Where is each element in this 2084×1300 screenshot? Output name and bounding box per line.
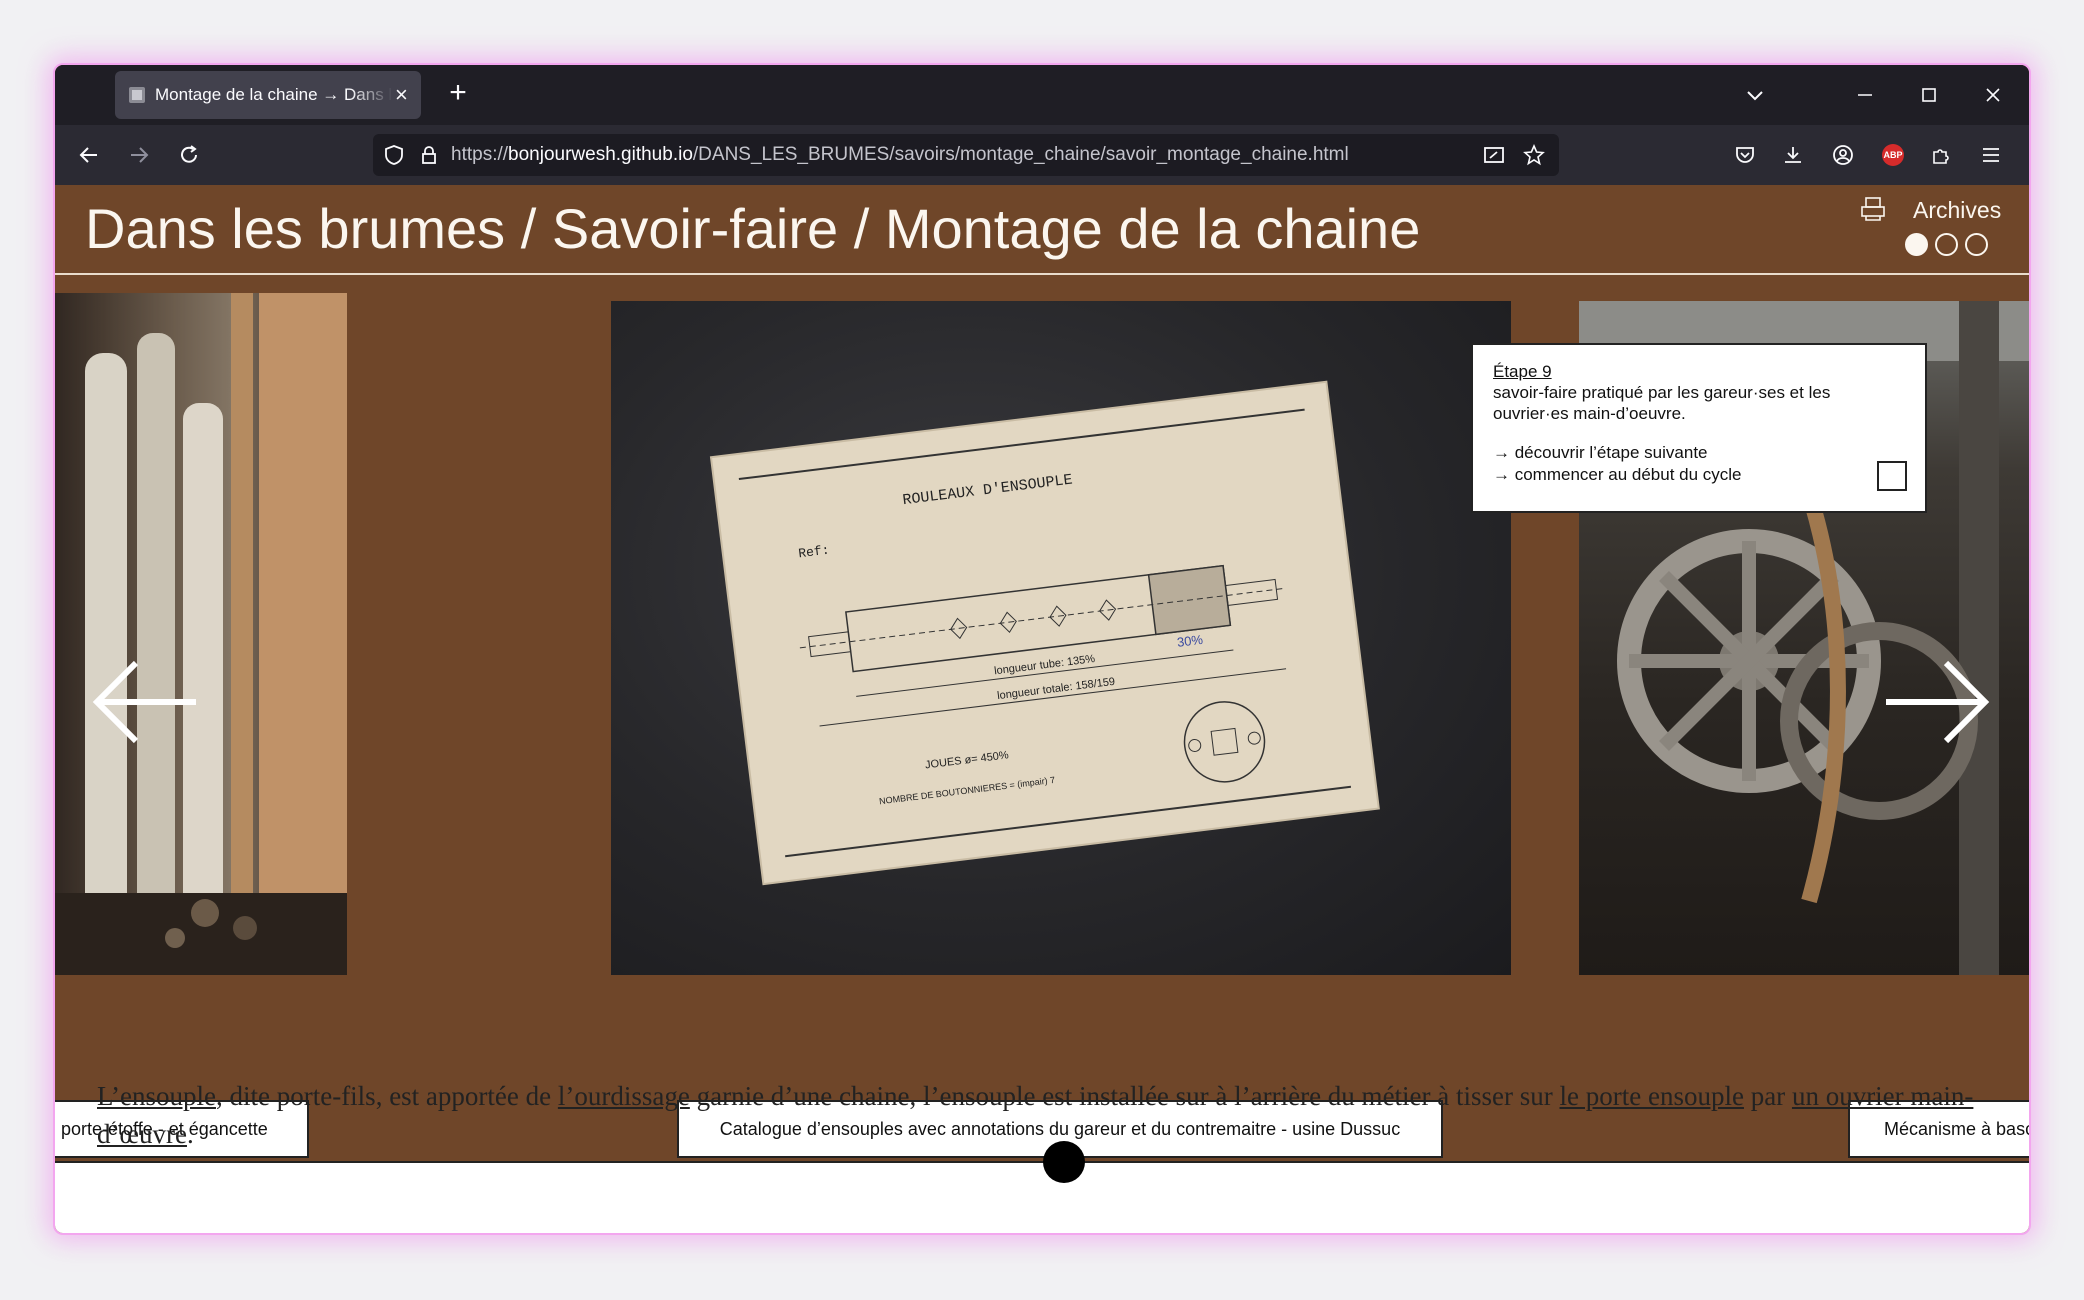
arrow-right-icon — [1886, 660, 1990, 744]
title-divider — [55, 273, 2029, 275]
adblock-button[interactable]: ABP — [1869, 125, 1917, 185]
description-panel — [55, 1161, 2029, 1233]
photo-porte-etoffe — [55, 293, 347, 975]
chevron-down-icon — [1747, 91, 1763, 101]
back-button[interactable] — [65, 125, 113, 185]
forward-button[interactable] — [115, 125, 163, 185]
nav-toolbar: https://bonjourwesh.github.io/DANS_LES_B… — [55, 125, 2029, 185]
close-window-button[interactable] — [1963, 65, 2023, 125]
section-dot-1[interactable] — [1905, 233, 1928, 256]
step-info-box: Étape 9 savoir-faire pratiqué par les ga… — [1471, 343, 1927, 513]
puzzle-icon — [1933, 149, 1949, 164]
previous-arrow-button[interactable] — [91, 655, 201, 765]
arrow-left-icon — [92, 660, 196, 744]
maximize-icon — [1922, 88, 1936, 102]
adblock-icon: ABP — [1882, 144, 1904, 166]
restart-cycle-link[interactable]: → commencer au début du cycle — [1493, 464, 1905, 486]
account-button[interactable] — [1819, 125, 1867, 185]
address-bar[interactable]: https://bonjourwesh.github.io/DANS_LES_B… — [373, 134, 1559, 176]
downloads-button[interactable] — [1769, 125, 1817, 185]
section-dot-3[interactable] — [1965, 233, 1988, 256]
arrow-right-icon — [131, 147, 149, 163]
extensions-button[interactable] — [1917, 125, 1965, 185]
step-checkbox[interactable] — [1877, 461, 1907, 491]
new-tab-button[interactable]: + — [438, 73, 478, 113]
account-icon — [1833, 145, 1853, 165]
photo-catalogue-ensouples: ROULEAUX D'ENSOUPLE Ref: longueur tube: … — [611, 301, 1511, 975]
lock-icon — [422, 146, 436, 164]
tab-strip: Montage de la chaine → Dans les brumes ×… — [55, 65, 2029, 125]
next-arrow-button[interactable] — [1881, 655, 1991, 765]
download-icon — [1785, 147, 1801, 163]
page-content: Dans les brumes / Savoir-faire / Montage… — [55, 185, 2029, 1233]
reload-icon — [181, 145, 197, 163]
minimize-icon — [1858, 94, 1872, 96]
link-ensouple[interactable]: L’ensouple — [97, 1081, 216, 1111]
archives-link[interactable]: Archives — [1913, 197, 2001, 224]
close-icon — [1986, 88, 2000, 102]
step-description: savoir-faire pratiqué par les gareur·ses… — [1493, 383, 1831, 423]
menu-button[interactable] — [1967, 125, 2015, 185]
printer-icon[interactable] — [1860, 197, 1886, 221]
section-dot-2[interactable] — [1935, 233, 1958, 256]
description-text: L’ensouple, dite porte-fils, est apporté… — [97, 1081, 1974, 1149]
pocket-icon — [1736, 147, 1754, 163]
browser-window: Montage de la chaine → Dans les brumes ×… — [55, 65, 2029, 1233]
link-ourdissage[interactable]: l’ourdissage — [558, 1081, 690, 1111]
url-text[interactable]: https://bonjourwesh.github.io/DANS_LES_B… — [451, 144, 1349, 166]
drawing-pct: 30% — [1176, 632, 1204, 650]
link-porte-ensouple[interactable]: le porte ensouple — [1560, 1081, 1744, 1111]
pocket-button[interactable] — [1721, 125, 1769, 185]
reload-button[interactable] — [165, 125, 213, 185]
shield-icon — [385, 145, 403, 165]
minimize-button[interactable] — [1835, 65, 1895, 125]
favicon-icon — [129, 87, 145, 103]
section-dots — [1905, 233, 1988, 256]
tab-title: Montage de la chaine → Dans les brumes — [155, 85, 393, 104]
page-title: Dans les brumes / Savoir-faire / Montage… — [85, 197, 1421, 260]
star-icon — [1523, 144, 1545, 166]
next-step-link[interactable]: → découvrir l’étape suivante — [1493, 442, 1905, 464]
reader-view-icon — [1484, 147, 1504, 163]
arrow-left-icon — [79, 147, 97, 163]
list-all-tabs-button[interactable] — [1725, 65, 1785, 125]
tab-close-icon[interactable]: × — [395, 82, 408, 108]
browser-tab[interactable]: Montage de la chaine → Dans les brumes × — [115, 71, 421, 119]
step-label[interactable]: Étape 9 — [1493, 361, 1905, 382]
hamburger-menu-icon — [1983, 148, 1999, 162]
maximize-button[interactable] — [1899, 65, 1959, 125]
